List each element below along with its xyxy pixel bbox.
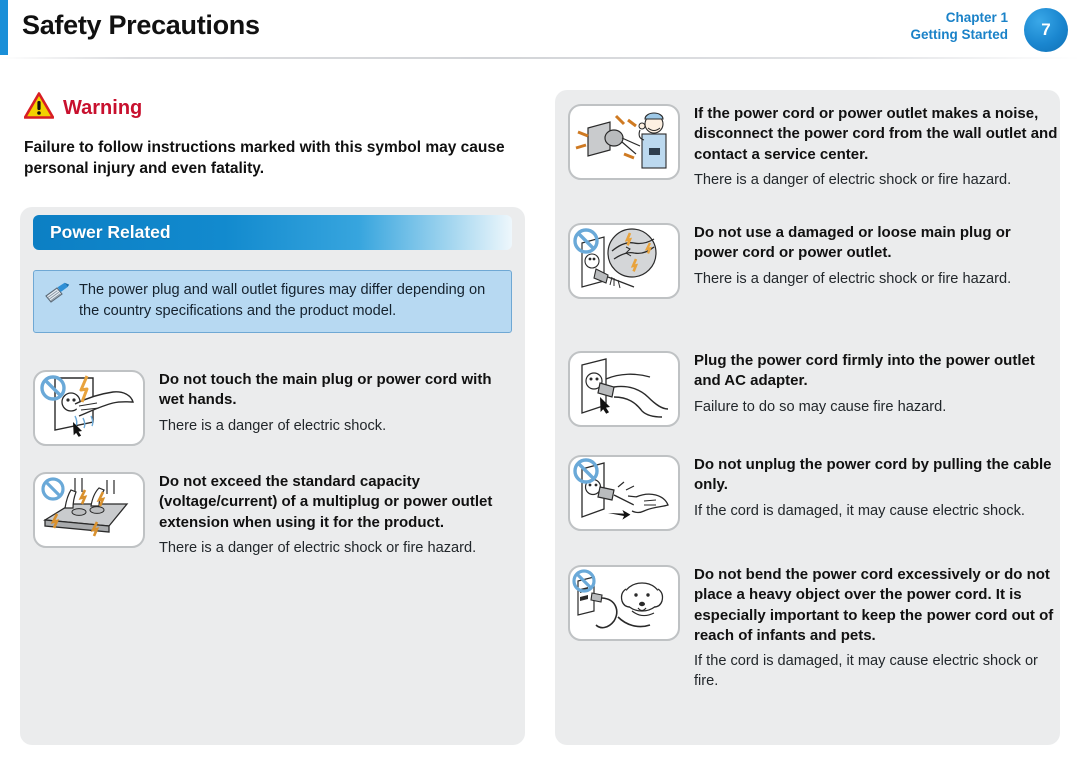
item-description: If the cord is damaged, it may cause ele…	[694, 653, 1038, 690]
item-title: Do not use a damaged or loose main plug …	[694, 224, 1011, 262]
chapter-indicator: Chapter 1 Getting Started	[910, 10, 1008, 44]
header-accent-bar	[0, 0, 8, 55]
pet-chewing-cord-prohibited-icon	[568, 565, 680, 641]
wet-hands-plug-prohibited-icon	[33, 370, 145, 446]
service-technician-noisy-outlet-icon	[568, 104, 680, 180]
warning-triangle-icon	[23, 92, 55, 124]
page-header: Safety Precautions Chapter 1 Getting Sta…	[0, 0, 1080, 59]
warning-label: Warning	[63, 96, 143, 119]
item-description: If the cord is damaged, it may cause ele…	[694, 502, 1025, 519]
page-number-badge: 7	[1024, 8, 1068, 52]
list-item: Do not bend the power cord excessively o…	[568, 565, 1059, 692]
note-box: The power plug and wall outlet figures m…	[33, 270, 512, 334]
item-title: Do not exceed the standard capacity (vol…	[159, 473, 493, 531]
item-description: Failure to do so may cause fire hazard.	[694, 398, 947, 415]
left-column-panel: Power Related The power plug and wall ou…	[20, 207, 525, 745]
damaged-plug-prohibited-icon	[568, 223, 680, 299]
note-text: The power plug and wall outlet figures m…	[79, 282, 486, 319]
header-divider	[0, 57, 1080, 59]
list-item: Do not exceed the standard capacity (vol…	[33, 472, 519, 558]
item-description: There is a danger of electric shock.	[159, 417, 387, 434]
section-banner-title: Power Related	[50, 222, 171, 242]
pull-cable-prohibited-icon	[568, 455, 680, 531]
chapter-name-label: Getting Started	[910, 26, 1008, 42]
list-item: Do not use a damaged or loose main plug …	[568, 223, 1059, 299]
item-title: If the power cord or power outlet makes …	[694, 105, 1058, 163]
chapter-number-label: Chapter 1	[945, 10, 1008, 25]
warning-heading: Warning	[23, 92, 143, 124]
right-column-panel: If the power cord or power outlet makes …	[555, 90, 1060, 745]
item-title: Do not unplug the power cord by pulling …	[694, 456, 1052, 494]
page-title: Safety Precautions	[22, 10, 260, 40]
list-item: Do not unplug the power cord by pulling …	[568, 455, 1059, 531]
plug-firmly-inserted-icon	[568, 351, 680, 427]
item-title: Do not touch the main plug or power cord…	[159, 371, 492, 409]
item-description: There is a danger of electric shock or f…	[694, 171, 1012, 188]
multiplug-overload-prohibited-icon	[33, 472, 145, 548]
item-description: There is a danger of electric shock or f…	[694, 270, 1012, 287]
list-item: Plug the power cord firmly into the powe…	[568, 351, 1059, 427]
list-item: If the power cord or power outlet makes …	[568, 104, 1059, 190]
note-pencil-icon	[44, 282, 70, 321]
item-title: Plug the power cord firmly into the powe…	[694, 352, 1035, 390]
item-title: Do not bend the power cord excessively o…	[694, 566, 1054, 644]
list-item: Do not touch the main plug or power cord…	[33, 370, 519, 446]
item-description: There is a danger of electric shock or f…	[159, 539, 477, 556]
warning-body-text: Failure to follow instructions marked wi…	[24, 139, 505, 178]
section-banner: Power Related	[33, 215, 512, 250]
